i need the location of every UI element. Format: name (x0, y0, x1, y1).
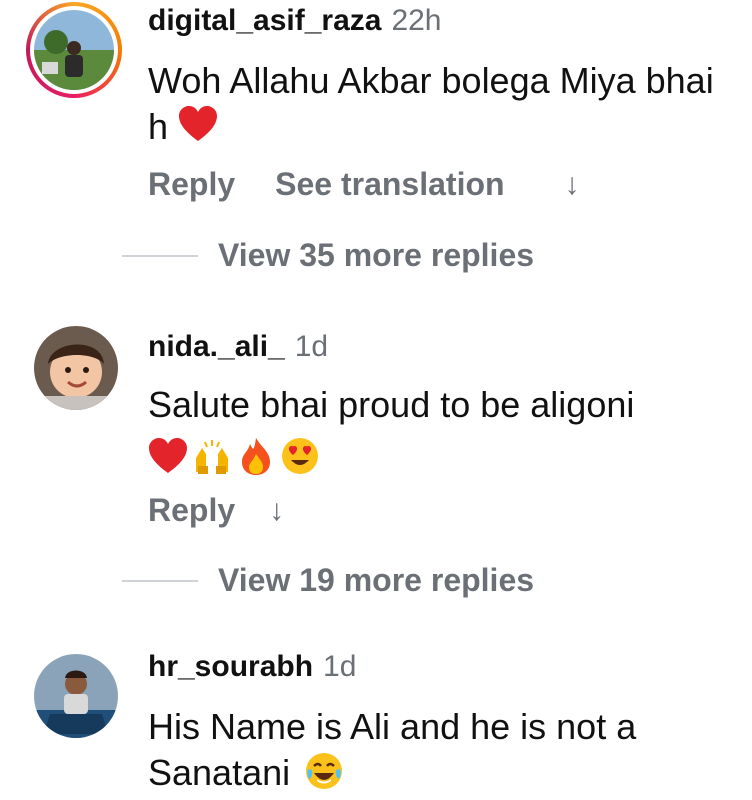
timestamp: 1d (294, 330, 329, 363)
heart-emoji-icon (179, 106, 218, 141)
comment-text-content: Salute bhai proud to be aligoni (148, 384, 635, 425)
comment-text: Salute bhai proud to be aligoni (148, 382, 738, 428)
view-more-replies[interactable]: View 35 more replies (0, 237, 752, 274)
view-more-replies-label[interactable]: View 19 more replies (218, 562, 534, 599)
avatar[interactable] (34, 326, 118, 410)
see-translation-button[interactable]: See translation (275, 166, 504, 203)
view-more-replies-label[interactable]: View 35 more replies (218, 237, 534, 274)
reply-button[interactable]: Reply (148, 166, 235, 203)
fire-emoji-icon (242, 438, 270, 475)
username[interactable]: hr_sourabh (148, 650, 313, 684)
avatar[interactable] (34, 654, 118, 738)
comment-text: His Name is Ali and he is not a Sanatani (148, 704, 738, 796)
comment-text-content: Woh Allahu Akbar bolega Miya bhai h (148, 60, 714, 147)
view-more-replies[interactable]: View 19 more replies (0, 562, 752, 599)
avatar-photo-icon (34, 10, 114, 90)
timestamp: 1d (323, 650, 357, 683)
comment-text: Woh Allahu Akbar bolega Miya bhai h (148, 58, 738, 150)
emoji-row (148, 436, 324, 476)
raising-hands-emoji-icon (196, 440, 228, 474)
username[interactable]: nida._ali_ (148, 330, 285, 364)
heart-eyes-emoji-icon (282, 438, 318, 474)
divider-line (122, 254, 198, 257)
arrow-down-icon[interactable]: ↓ (565, 168, 580, 202)
heart-emoji-icon (149, 438, 187, 473)
avatar[interactable] (26, 2, 122, 98)
divider-line (122, 579, 198, 582)
timestamp: 22h (391, 4, 442, 37)
tears-of-joy-emoji-icon (306, 753, 343, 789)
reply-button[interactable]: Reply (148, 492, 235, 529)
avatar-photo-icon (34, 326, 118, 410)
arrow-down-icon[interactable]: ↓ (269, 494, 284, 528)
comment-text-content: His Name is Ali and he is not a Sanatani (148, 706, 637, 793)
username[interactable]: digital_asif_raza (148, 4, 381, 38)
avatar-photo-icon (34, 654, 118, 738)
